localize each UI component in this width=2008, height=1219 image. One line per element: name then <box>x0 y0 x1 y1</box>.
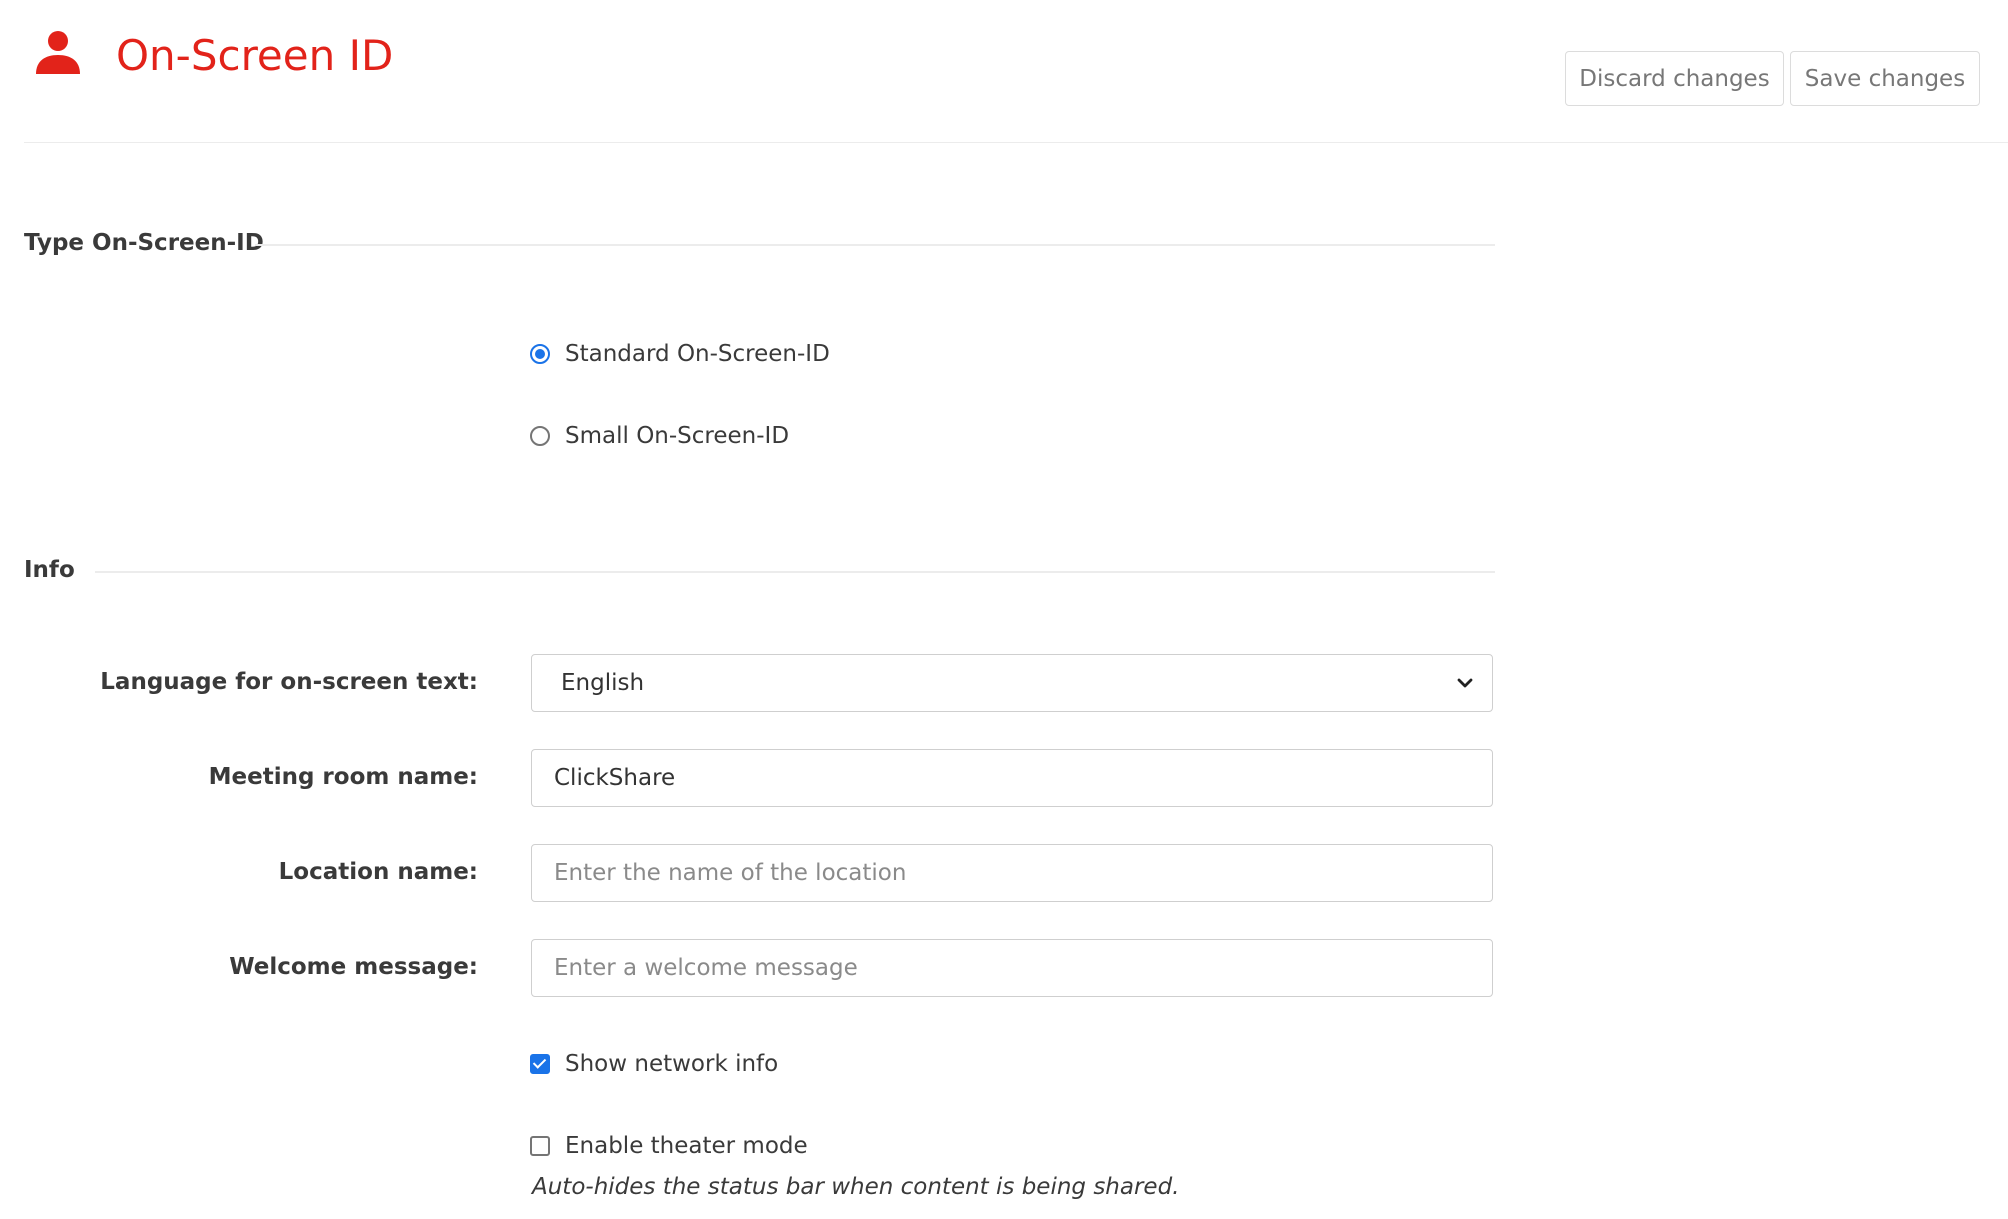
language-label: Language for on-screen text: <box>100 669 478 695</box>
section-divider <box>95 571 1495 573</box>
location-label: Location name: <box>278 859 478 885</box>
checkbox-label: Show network info <box>565 1051 779 1077</box>
checkbox[interactable] <box>530 1136 550 1156</box>
user-icon <box>36 31 80 74</box>
radio-small-on-screen-id[interactable]: Small On-Screen-ID <box>530 420 789 452</box>
language-select[interactable]: English <box>531 654 1493 712</box>
page-title: On-Screen ID <box>116 31 394 80</box>
save-changes-button[interactable]: Save changes <box>1790 51 1980 106</box>
header-divider <box>24 142 2008 143</box>
meeting-room-label: Meeting room name: <box>208 764 478 790</box>
radio-label: Small On-Screen-ID <box>565 423 790 449</box>
meeting-room-input[interactable] <box>531 749 1493 807</box>
section-title-type: Type On-Screen-ID <box>24 230 264 256</box>
show-network-info-checkbox-row[interactable]: Show network info <box>530 1048 778 1080</box>
checkbox-label: Enable theater mode <box>565 1133 808 1159</box>
location-input[interactable] <box>531 844 1493 902</box>
discard-changes-button[interactable]: Discard changes <box>1565 51 1784 106</box>
welcome-message-label: Welcome message: <box>229 954 478 980</box>
enable-theater-mode-checkbox-row[interactable]: Enable theater mode <box>530 1130 808 1162</box>
radio-standard-on-screen-id[interactable]: Standard On-Screen-ID <box>530 338 830 370</box>
section-divider <box>255 244 1495 246</box>
welcome-message-input[interactable] <box>531 939 1493 997</box>
radio-label: Standard On-Screen-ID <box>565 341 830 367</box>
checkbox-checked[interactable] <box>530 1054 550 1074</box>
language-selected-value: English <box>561 670 645 696</box>
radio-button-checked[interactable] <box>530 344 550 364</box>
section-title-info: Info <box>24 557 75 583</box>
radio-button[interactable] <box>530 426 550 446</box>
chevron-down-icon <box>1457 678 1473 688</box>
theater-mode-help-text: Auto-hides the status bar when content i… <box>532 1174 1180 1200</box>
